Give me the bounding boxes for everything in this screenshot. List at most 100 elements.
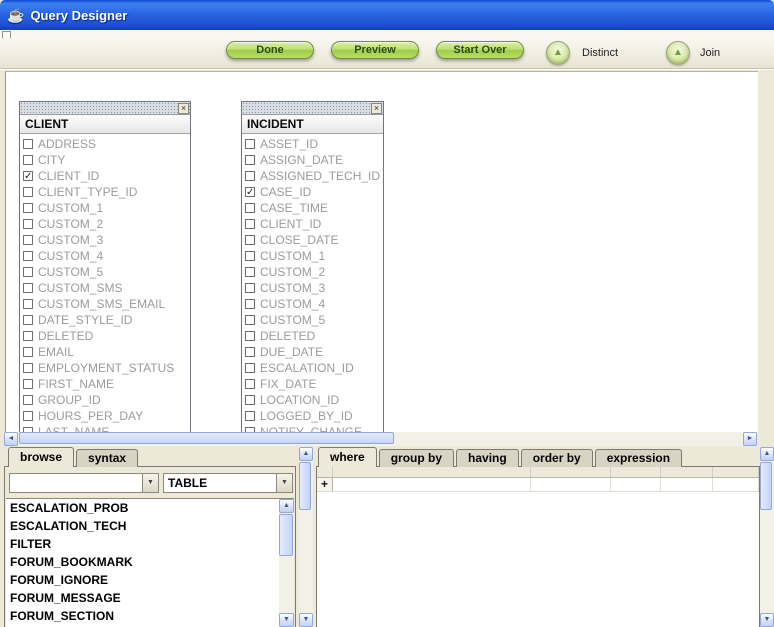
scroll-down-button[interactable]: ▼ (760, 613, 774, 627)
done-button[interactable]: Done (226, 41, 314, 59)
start-over-button[interactable]: Start Over (436, 41, 524, 59)
field-filter-combo[interactable]: ▼ (9, 473, 159, 493)
field-checkbox[interactable] (23, 299, 33, 309)
field-checkbox[interactable] (245, 139, 255, 149)
distinct-toggle-button[interactable]: ▲ (546, 41, 570, 65)
scroll-up-button[interactable]: ▲ (760, 447, 774, 461)
field-checkbox[interactable] (23, 235, 33, 245)
preview-button[interactable]: Preview (331, 41, 419, 59)
field-checkbox[interactable] (245, 299, 255, 309)
field-checkbox[interactable] (23, 363, 33, 373)
grid-header-cell[interactable] (611, 467, 661, 477)
client-frame-titlebar[interactable]: × (20, 102, 190, 115)
scroll-left-button[interactable]: ◄ (4, 432, 18, 446)
browse-scrollbar-thumb[interactable] (279, 514, 293, 556)
object-type-combo[interactable]: TABLE ▼ (163, 473, 293, 493)
field-label: DATE_STYLE_ID (38, 313, 132, 327)
scroll-up-button[interactable]: ▲ (299, 447, 313, 461)
field-checkbox[interactable] (245, 267, 255, 277)
field-checkbox[interactable] (245, 411, 255, 421)
field-checkbox[interactable] (23, 379, 33, 389)
scroll-down-button[interactable]: ▼ (299, 613, 313, 627)
field-checkbox[interactable] (245, 347, 255, 357)
grid-header-cell[interactable] (531, 467, 611, 477)
tab-having[interactable]: having (456, 449, 519, 467)
field-checkbox[interactable] (23, 347, 33, 357)
field-label: DELETED (260, 329, 315, 343)
field-checkbox[interactable] (23, 267, 33, 277)
browse-list-item[interactable]: FORUM_IGNORE (6, 571, 294, 589)
incident-frame-titlebar[interactable]: × (242, 102, 383, 115)
tab-expression[interactable]: expression (595, 449, 682, 467)
browse-list-item[interactable]: FORUM_SECTION (6, 607, 294, 625)
field-checkbox[interactable] (23, 203, 33, 213)
window-titlebar[interactable]: ☕ Query Designer (0, 0, 774, 30)
middle-scrollbar-thumb[interactable] (299, 462, 311, 510)
close-icon[interactable]: × (178, 103, 189, 114)
join-toggle-button[interactable]: ▲ (666, 41, 690, 65)
field-checkbox[interactable] (245, 171, 255, 181)
chevron-down-icon[interactable]: ▼ (276, 474, 292, 492)
grid-cell[interactable] (333, 478, 531, 491)
field-checkbox[interactable] (245, 235, 255, 245)
right-scrollbar-thumb[interactable] (760, 462, 772, 510)
field-checkbox[interactable] (245, 203, 255, 213)
field-checkbox[interactable] (23, 251, 33, 261)
browse-list-item[interactable]: ESCALATION_TECH (6, 517, 294, 535)
grid-header-cell[interactable] (333, 467, 531, 477)
right-vertical-scrollbar[interactable]: ▲ ▼ (760, 447, 774, 627)
field-checkbox[interactable] (23, 139, 33, 149)
field-checkbox[interactable] (245, 283, 255, 293)
field-checkbox[interactable] (23, 315, 33, 325)
grid-header-cell[interactable] (713, 467, 759, 477)
field-label: ASSET_ID (260, 137, 318, 151)
field-checkbox[interactable] (245, 219, 255, 229)
scroll-down-button[interactable]: ▼ (279, 613, 294, 627)
grid-cell[interactable] (531, 478, 611, 491)
field-checkbox[interactable] (245, 331, 255, 341)
browse-list-item[interactable]: ESCALATION_PROB (6, 499, 294, 517)
field-row: HOURS_PER_DAY (20, 408, 190, 424)
chevron-down-icon[interactable]: ▼ (142, 474, 158, 492)
field-checkbox[interactable] (245, 363, 255, 373)
field-row: CLIENT_TYPE_ID (20, 184, 190, 200)
tab-syntax[interactable]: syntax (76, 449, 138, 467)
field-checkbox[interactable] (245, 379, 255, 389)
grid-cell[interactable] (661, 478, 713, 491)
field-checkbox[interactable] (23, 187, 33, 197)
grid-header-cell[interactable] (661, 467, 713, 477)
field-checkbox[interactable] (23, 411, 33, 421)
tab-where[interactable]: where (318, 447, 377, 467)
browse-list-item[interactable]: FORUM_MESSAGE (6, 589, 294, 607)
scroll-right-button[interactable]: ► (743, 432, 757, 446)
grid-cell[interactable] (713, 478, 759, 491)
grid-cell[interactable] (611, 478, 661, 491)
scroll-up-button[interactable]: ▲ (279, 499, 294, 513)
field-checkbox[interactable] (23, 331, 33, 341)
horizontal-scrollbar[interactable]: ◄ ► (4, 432, 757, 446)
field-label: ASSIGNED_TECH_ID (260, 169, 380, 183)
field-checkbox[interactable] (245, 155, 255, 165)
browse-list-item[interactable]: FORUM_BOOKMARK (6, 553, 294, 571)
add-row-button[interactable]: + (317, 478, 333, 491)
field-checkbox[interactable] (23, 219, 33, 229)
tab-browse[interactable]: browse (8, 447, 74, 467)
field-checkbox[interactable]: ✓ (245, 187, 255, 197)
tab-order-by[interactable]: order by (521, 449, 593, 467)
browse-list-scrollbar[interactable]: ▲ ▼ (279, 499, 294, 627)
field-row: DATE_STYLE_ID (20, 312, 190, 328)
browse-list-item[interactable]: FILTER (6, 535, 294, 553)
horizontal-scrollbar-thumb[interactable] (19, 432, 394, 444)
field-checkbox[interactable] (245, 395, 255, 405)
grid-header-cell[interactable] (317, 467, 333, 477)
field-checkbox[interactable] (23, 155, 33, 165)
field-checkbox[interactable]: ✓ (23, 171, 33, 181)
field-checkbox[interactable] (23, 395, 33, 405)
tab-group-by[interactable]: group by (379, 449, 454, 467)
middle-vertical-scrollbar[interactable]: ▲ ▼ (299, 447, 313, 627)
field-checkbox[interactable] (245, 251, 255, 261)
field-checkbox[interactable] (23, 283, 33, 293)
window-title: Query Designer (30, 8, 127, 23)
field-checkbox[interactable] (245, 315, 255, 325)
close-icon[interactable]: × (371, 103, 382, 114)
